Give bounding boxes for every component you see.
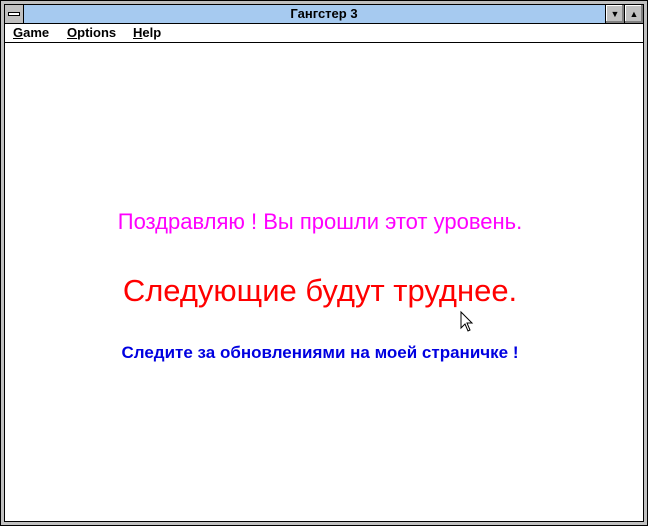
minimize-button[interactable]: ▼ xyxy=(605,5,624,23)
congrats-message: Поздравляю ! Вы прошли этот уровень. xyxy=(117,209,523,234)
maximize-button[interactable]: ▲ xyxy=(624,5,643,23)
mouse-cursor-icon xyxy=(460,310,474,332)
system-menu-button[interactable] xyxy=(5,5,24,23)
harder-message: Следующие будут труднее. xyxy=(122,273,518,308)
menu-bar: Game Options Help xyxy=(5,24,643,43)
menu-help[interactable]: Help xyxy=(133,24,161,42)
menu-options[interactable]: Options xyxy=(67,24,116,42)
updates-message: Следите за обновлениями на моей страничк… xyxy=(121,343,519,362)
window: Гангстер 3 ▼ ▲ Game Options Help xyxy=(4,4,644,522)
system-menu-icon xyxy=(8,12,20,16)
window-title: Гангстер 3 xyxy=(290,6,358,21)
title-bar[interactable]: Гангстер 3 ▼ ▲ xyxy=(5,5,643,24)
window-frame: Гангстер 3 ▼ ▲ Game Options Help xyxy=(0,0,648,526)
menu-game[interactable]: Game xyxy=(13,24,49,42)
